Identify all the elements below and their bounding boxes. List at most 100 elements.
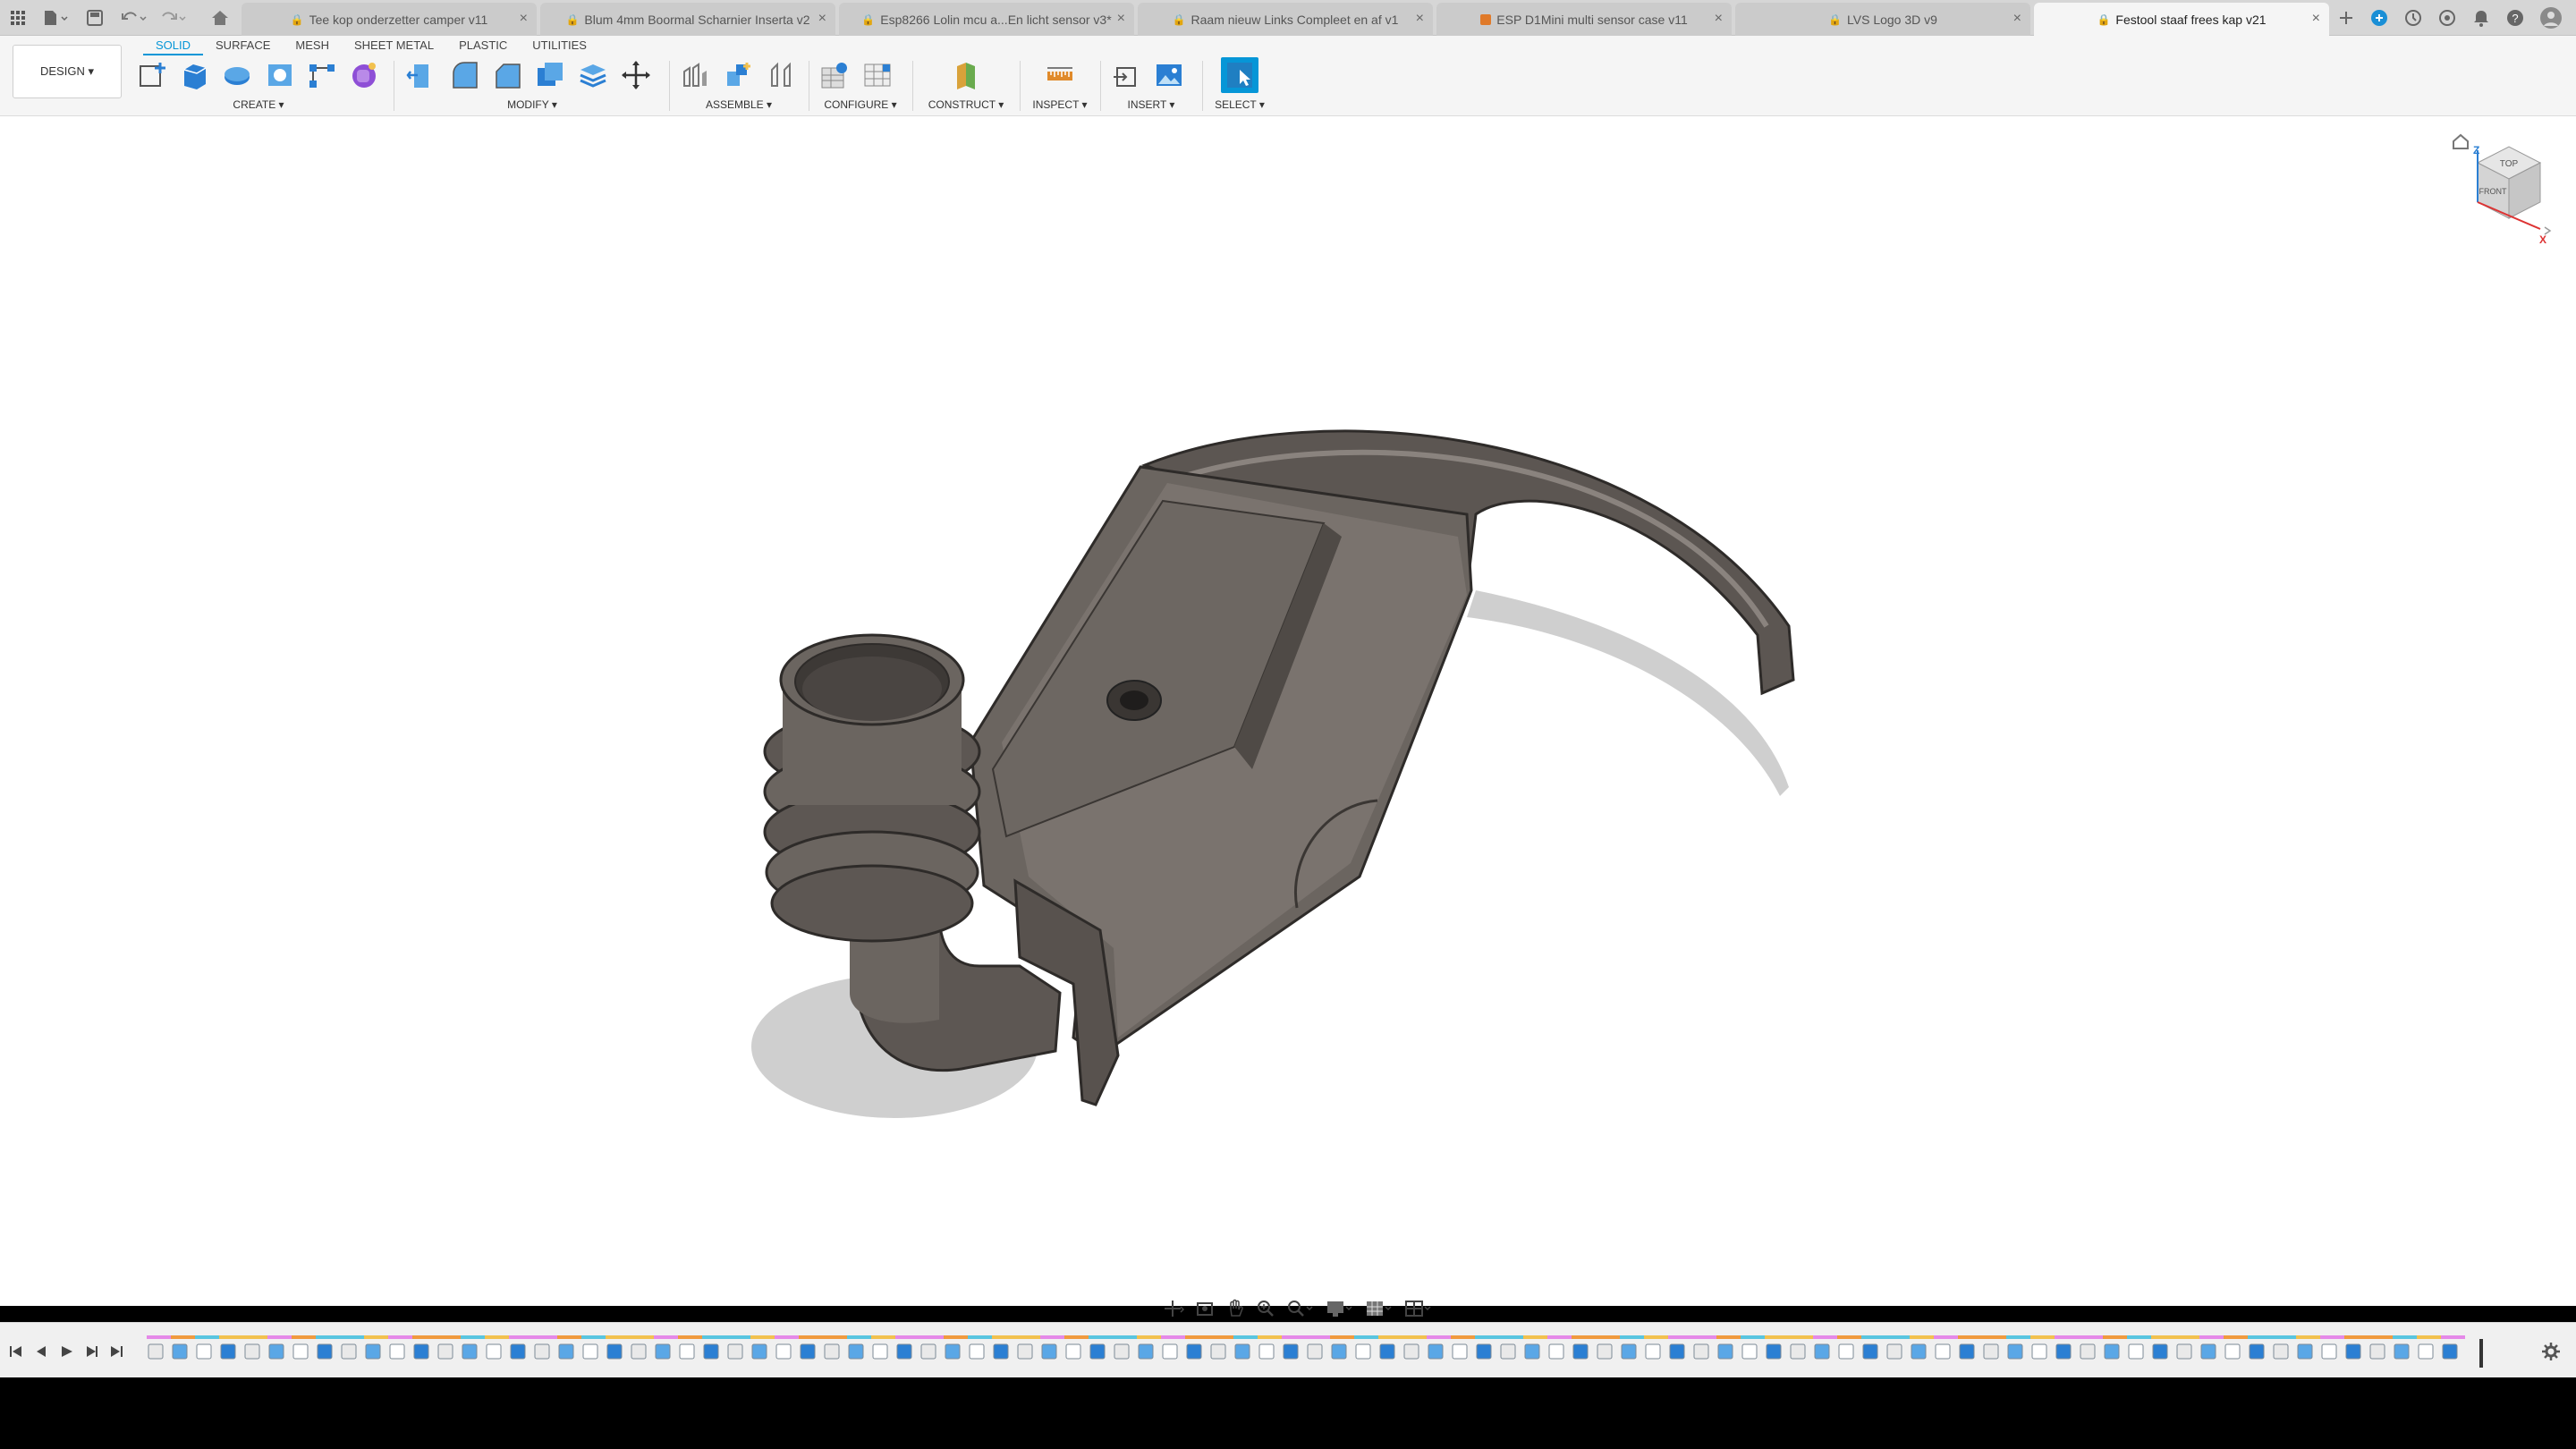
- timeline-feature-icon[interactable]: [1065, 1343, 1081, 1360]
- timeline-feature-icon[interactable]: [1717, 1343, 1733, 1360]
- timeline-feature-icon[interactable]: [148, 1343, 164, 1360]
- timeline-feature-icon[interactable]: [244, 1343, 260, 1360]
- timeline-settings-icon[interactable]: [2540, 1341, 2562, 1362]
- close-tab-icon[interactable]: ×: [1117, 11, 1125, 27]
- configuration-table-icon[interactable]: [859, 57, 896, 93]
- timeline-feature-icon[interactable]: [824, 1343, 840, 1360]
- form-icon[interactable]: [346, 57, 383, 93]
- step-back-icon[interactable]: [32, 1343, 50, 1360]
- timeline-feature-icon[interactable]: [1307, 1343, 1323, 1360]
- timeline-feature-icon[interactable]: [872, 1343, 888, 1360]
- timeline-feature-icon[interactable]: [1500, 1343, 1516, 1360]
- timeline-feature-icon[interactable]: [2176, 1343, 2192, 1360]
- timeline-feature-track[interactable]: [145, 1335, 2488, 1368]
- document-tab[interactable]: 🔒 LVS Logo 3D v9 ×: [1735, 3, 2030, 36]
- create-menu[interactable]: CREATE ▾: [134, 98, 383, 111]
- timeline-feature-icon[interactable]: [1911, 1343, 1927, 1360]
- job-status-icon[interactable]: [2402, 7, 2424, 29]
- timeline-feature-icon[interactable]: [1283, 1343, 1299, 1360]
- ribbon-tab-plastic[interactable]: PLASTIC: [446, 38, 520, 55]
- timeline-feature-icon[interactable]: [510, 1343, 526, 1360]
- hole-icon[interactable]: [261, 57, 298, 93]
- timeline-feature-icon[interactable]: [2394, 1343, 2410, 1360]
- file-menu-icon[interactable]: [39, 7, 72, 29]
- help-icon[interactable]: ?: [2504, 7, 2526, 29]
- document-tab[interactable]: 🔒 Tee kop onderzetter camper v11 ×: [242, 3, 537, 36]
- timeline-feature-icon[interactable]: [389, 1343, 405, 1360]
- timeline-feature-icon[interactable]: [2418, 1343, 2434, 1360]
- timeline-feature-icon[interactable]: [437, 1343, 453, 1360]
- new-tab-icon[interactable]: [2336, 7, 2356, 29]
- configure-design-icon[interactable]: [816, 57, 853, 93]
- timeline-feature-icon[interactable]: [1355, 1343, 1371, 1360]
- timeline-feature-icon[interactable]: [969, 1343, 985, 1360]
- timeline-feature-icon[interactable]: [655, 1343, 671, 1360]
- timeline-feature-icon[interactable]: [2152, 1343, 2168, 1360]
- go-to-end-icon[interactable]: [107, 1343, 125, 1360]
- timeline-feature-icon[interactable]: [1234, 1343, 1250, 1360]
- close-tab-icon[interactable]: ×: [2312, 11, 2320, 27]
- combine-icon[interactable]: [574, 57, 612, 93]
- joint-icon[interactable]: [719, 57, 757, 93]
- timeline-feature-icon[interactable]: [1862, 1343, 1878, 1360]
- 3d-model-part[interactable]: [0, 116, 2576, 1306]
- viewports-icon[interactable]: [1402, 1298, 1435, 1319]
- timeline-feature-icon[interactable]: [1452, 1343, 1468, 1360]
- timeline-feature-icon[interactable]: [1693, 1343, 1709, 1360]
- timeline-feature-icon[interactable]: [268, 1343, 284, 1360]
- timeline-feature-icon[interactable]: [2321, 1343, 2337, 1360]
- timeline-feature-icon[interactable]: [341, 1343, 357, 1360]
- timeline-feature-icon[interactable]: [1524, 1343, 1540, 1360]
- measure-icon[interactable]: [1041, 57, 1079, 93]
- ribbon-tab-sheet-metal[interactable]: SHEET METAL: [342, 38, 446, 55]
- pan-icon[interactable]: [1224, 1298, 1247, 1319]
- timeline-feature-icon[interactable]: [800, 1343, 816, 1360]
- timeline-feature-icon[interactable]: [1017, 1343, 1033, 1360]
- chamfer-icon[interactable]: [488, 57, 526, 93]
- timeline-feature-icon[interactable]: [462, 1343, 478, 1360]
- close-tab-icon[interactable]: ×: [520, 11, 528, 27]
- ribbon-tab-mesh[interactable]: MESH: [283, 38, 342, 55]
- timeline-feature-icon[interactable]: [1186, 1343, 1202, 1360]
- timeline-feature-icon[interactable]: [2200, 1343, 2216, 1360]
- timeline-feature-icon[interactable]: [1403, 1343, 1419, 1360]
- timeline-feature-icon[interactable]: [920, 1343, 936, 1360]
- workspace-switcher-button[interactable]: DESIGN ▾: [13, 45, 122, 98]
- timeline-feature-icon[interactable]: [2055, 1343, 2072, 1360]
- document-tab[interactable]: ESP D1Mini multi sensor case v11 ×: [1436, 3, 1732, 36]
- timeline-feature-icon[interactable]: [582, 1343, 598, 1360]
- select-icon[interactable]: [1221, 57, 1258, 93]
- select-menu[interactable]: SELECT ▾: [1209, 98, 1270, 111]
- home-icon[interactable]: [208, 7, 233, 29]
- timeline-feature-icon[interactable]: [1741, 1343, 1758, 1360]
- timeline-feature-icon[interactable]: [365, 1343, 381, 1360]
- document-tab[interactable]: 🔒 Blum 4mm Boormal Scharnier Inserta v2 ×: [540, 3, 835, 36]
- timeline-feature-icon[interactable]: [945, 1343, 961, 1360]
- move-copy-icon[interactable]: [617, 57, 655, 93]
- timeline-feature-icon[interactable]: [1258, 1343, 1275, 1360]
- timeline-feature-icon[interactable]: [534, 1343, 550, 1360]
- timeline-feature-icon[interactable]: [1476, 1343, 1492, 1360]
- timeline-feature-icon[interactable]: [2128, 1343, 2144, 1360]
- timeline-feature-icon[interactable]: [1138, 1343, 1154, 1360]
- timeline-feature-icon[interactable]: [2297, 1343, 2313, 1360]
- orbit-icon[interactable]: [1163, 1298, 1186, 1319]
- timeline-feature-icon[interactable]: [2104, 1343, 2120, 1360]
- timeline-feature-icon[interactable]: [558, 1343, 574, 1360]
- timeline-feature-icon[interactable]: [1428, 1343, 1444, 1360]
- timeline-feature-icon[interactable]: [727, 1343, 743, 1360]
- close-tab-icon[interactable]: ×: [1416, 11, 1424, 27]
- save-icon[interactable]: [84, 7, 106, 29]
- document-tab[interactable]: 🔒 Esp8266 Lolin mcu a...En licht sensor v…: [839, 3, 1134, 36]
- ribbon-tab-utilities[interactable]: UTILITIES: [520, 38, 599, 55]
- timeline-feature-icon[interactable]: [2080, 1343, 2096, 1360]
- construct-menu[interactable]: CONSTRUCT ▾: [919, 98, 1013, 111]
- go-to-start-icon[interactable]: [7, 1343, 25, 1360]
- timeline-feature-icon[interactable]: [1790, 1343, 1806, 1360]
- press-pull-icon[interactable]: [402, 57, 440, 93]
- view-cube[interactable]: TOP FRONT Z X: [2446, 127, 2554, 252]
- insert-canvas-icon[interactable]: [1150, 57, 1188, 93]
- timeline-feature-icon[interactable]: [1766, 1343, 1782, 1360]
- timeline-position-marker[interactable]: [2479, 1339, 2483, 1368]
- timeline-feature-icon[interactable]: [1162, 1343, 1178, 1360]
